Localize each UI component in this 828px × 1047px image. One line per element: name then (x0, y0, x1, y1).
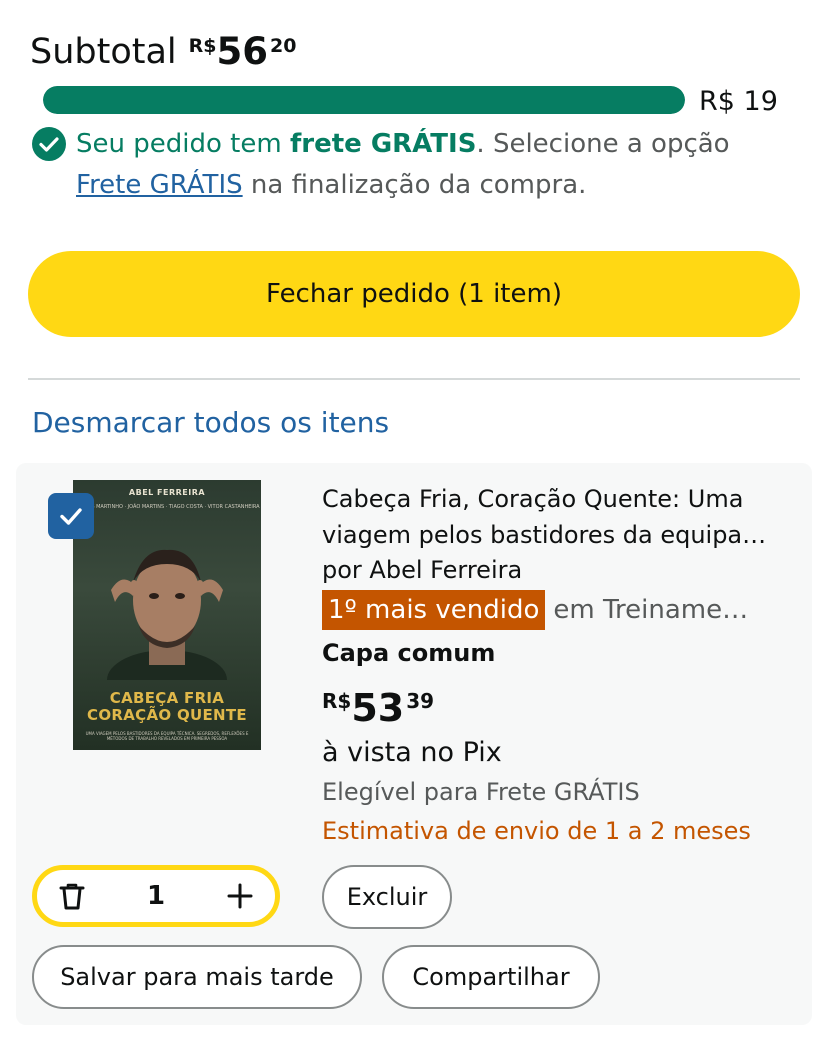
subtotal-label: Subtotal (30, 32, 177, 72)
cover-title: CABEÇA FRIA CORAÇÃO QUENTE (73, 690, 261, 724)
free-shipping-text-bold: frete GRÁTIS (289, 129, 477, 159)
free-shipping-text-part1: Seu pedido tem (76, 129, 290, 159)
divider (28, 378, 800, 380)
item-details: Cabeça Fria, Coração Quente: Uma viagem … (322, 481, 800, 851)
save-for-later-button[interactable]: Salvar para mais tarde (32, 945, 362, 1009)
deselect-all-link[interactable]: Desmarcar todos os itens (32, 404, 389, 442)
free-shipping-message: Seu pedido tem frete GRÁTIS. Selecione a… (32, 124, 802, 206)
free-shipping-text-part2: . Selecione a opção (476, 129, 730, 159)
cover-title-line1: CABEÇA FRIA (109, 689, 225, 707)
delete-button[interactable]: Excluir (322, 865, 452, 929)
item-price-fraction: 39 (406, 689, 435, 713)
subtotal: Subtotal R$ 56 20 (30, 30, 296, 74)
free-shipping-text: Seu pedido tem frete GRÁTIS. Selecione a… (76, 124, 730, 206)
item-checkbox[interactable] (48, 493, 94, 539)
cover-author: ABEL FERREIRA (128, 488, 206, 497)
cover-portrait (107, 549, 227, 680)
trash-icon[interactable] (57, 881, 87, 911)
checkmark-icon (60, 508, 82, 525)
plus-icon[interactable] (225, 881, 255, 911)
free-shipping-link[interactable]: Frete GRÁTIS (76, 170, 243, 200)
free-shipping-progress: R$ 19 (43, 86, 803, 117)
item-format: Capa comum (322, 639, 496, 667)
item-price: R$ 53 39 (322, 685, 800, 733)
subtotal-whole: 56 (216, 30, 269, 73)
progress-fill (43, 86, 685, 114)
delivery-estimate: Estimativa de envio de 1 a 2 meses (322, 817, 751, 845)
book-cover-image[interactable]: ABEL FERREIRA CARLOS MARTINHO · JOÃO MAR… (73, 480, 261, 750)
checkout-button[interactable]: Fechar pedido (1 item) (28, 251, 800, 337)
subtotal-fraction: 20 (270, 35, 297, 57)
item-title[interactable]: Cabeça Fria, Coração Quente: Uma viagem … (322, 481, 800, 553)
cart-item: ABEL FERREIRA CARLOS MARTINHO · JOÃO MAR… (16, 463, 812, 1025)
free-shipping-eligibility: Elegível para Frete GRÁTIS (322, 778, 640, 806)
bestseller-badge: 1º mais vendido (322, 590, 546, 630)
payment-note: à vista no Pix (322, 737, 502, 768)
share-button[interactable]: Compartilhar (382, 945, 600, 1009)
bestseller-row: 1º mais vendido em Treiname… (322, 589, 800, 631)
cover-subtitle: UMA VIAGEM PELOS BASTIDORES DA EQUIPA TÉ… (85, 731, 249, 741)
progress-threshold-label: R$ 19 (699, 86, 778, 117)
free-shipping-text-part3: na finalização da compra. (242, 170, 587, 200)
item-author: por Abel Ferreira (322, 556, 523, 584)
subtotal-currency: R$ (188, 35, 217, 57)
check-circle-icon (32, 127, 66, 161)
subtotal-price: R$ 56 20 (189, 30, 297, 74)
quantity-value: 1 (146, 881, 166, 911)
bestseller-category[interactable]: em Treiname… (553, 595, 748, 625)
item-price-currency: R$ (322, 689, 352, 713)
cover-title-line2: CORAÇÃO QUENTE (87, 706, 247, 724)
item-price-whole: 53 (351, 686, 405, 730)
quantity-stepper[interactable]: 1 (32, 865, 280, 927)
cover-names: CARLOS MARTINHO · JOÃO MARTINS · TIAGO C… (74, 504, 260, 510)
progress-track (43, 86, 685, 114)
